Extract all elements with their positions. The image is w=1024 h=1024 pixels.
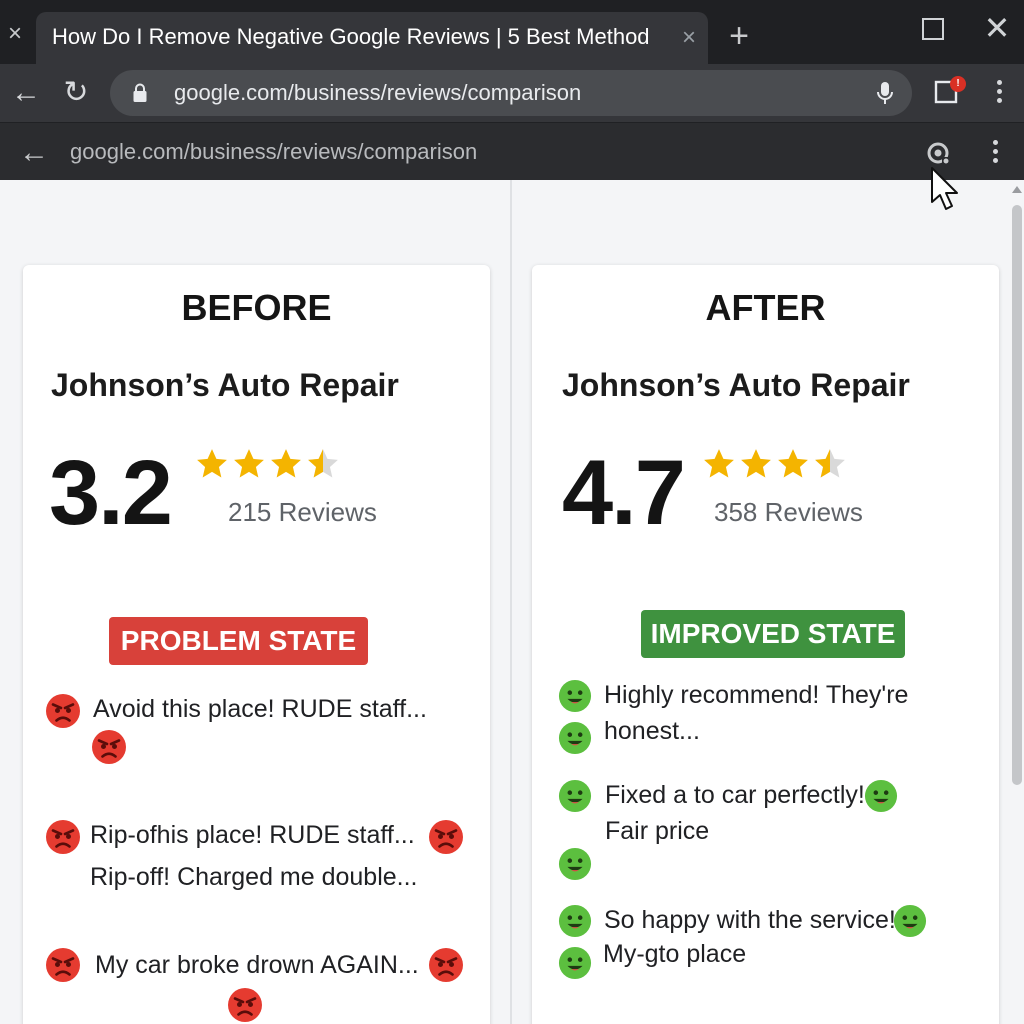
smiley-face-icon	[558, 946, 592, 980]
angry-face-icon	[227, 987, 263, 1023]
review-line: My-gto place	[603, 940, 747, 968]
angry-face-icon	[91, 729, 127, 765]
smiley-face-icon	[558, 847, 592, 881]
smiley-face-icon	[558, 721, 592, 755]
panel-divider	[510, 180, 512, 1024]
star-icon	[197, 449, 227, 478]
mic-icon[interactable]	[876, 81, 894, 105]
review-line: Fair price	[605, 817, 710, 845]
angry-face-icon	[45, 947, 81, 983]
star-icon	[234, 449, 264, 478]
after-stars	[702, 447, 848, 486]
reload-button[interactable]: ↻	[56, 73, 96, 113]
review-line: Avoid this place! RUDE staff...	[93, 695, 427, 723]
url-text[interactable]: google.com/business/reviews/comparison	[174, 80, 581, 106]
browser-toolbar: ← ↻ google.com/business/reviews/comparis…	[0, 64, 1024, 122]
review-line: So happy with the service!	[604, 906, 896, 934]
after-panel: AFTER Johnson’s Auto Repair 4.7 358 Revi…	[532, 265, 999, 1024]
lock-icon	[133, 83, 147, 102]
before-rating: 3.2	[49, 442, 173, 544]
problem-state-badge: PROBLEM STATE	[109, 617, 368, 665]
scrollbar-thumb[interactable]	[1012, 205, 1022, 785]
after-business-name: Johnson’s Auto Repair	[562, 367, 910, 403]
review-line: Highly recommend! They're	[604, 681, 909, 709]
window-close-icon[interactable]: ✕	[980, 8, 1014, 48]
address-bar[interactable]: google.com/business/reviews/comparison	[110, 70, 912, 116]
active-tab[interactable]: How Do I Remove Negative Google Reviews …	[36, 12, 708, 64]
star-icon	[741, 449, 771, 478]
star-half-icon	[308, 449, 338, 478]
maximize-icon[interactable]	[922, 18, 944, 40]
secondary-url-text[interactable]: google.com/business/reviews/comparison	[70, 139, 477, 165]
star-icon	[704, 449, 734, 478]
secondary-menu-icon[interactable]	[991, 140, 999, 168]
review-line: Fixed a to car perfectly!	[605, 781, 865, 809]
review-line: Rip-ofhis place! RUDE staff...	[90, 821, 415, 849]
after-heading: AFTER	[705, 287, 826, 328]
review-line: My car broke drown AGAIN...	[95, 951, 419, 979]
after-review-count: 358 Reviews	[714, 497, 863, 527]
star-icon	[271, 449, 301, 478]
secondary-bar: ← google.com/business/reviews/comparison	[0, 122, 1024, 180]
smiley-face-icon	[558, 779, 592, 813]
back-arrow-icon[interactable]: ←	[14, 133, 54, 173]
kebab-menu-icon[interactable]	[995, 80, 1003, 108]
before-stars	[195, 447, 341, 486]
smiley-face-icon	[864, 779, 898, 813]
lens-icon[interactable]	[924, 139, 952, 167]
angry-face-icon	[428, 819, 464, 855]
angry-face-icon	[45, 819, 81, 855]
tab-strip: × How Do I Remove Negative Google Review…	[0, 0, 1024, 64]
smiley-face-icon	[893, 904, 927, 938]
after-rating: 4.7	[562, 442, 686, 544]
before-panel: BEFORE Johnson’s Auto Repair 3.2 215 Rev…	[23, 265, 490, 1024]
tab-close-icon[interactable]: ×	[682, 24, 696, 52]
cursor-icon	[931, 167, 958, 210]
scroll-up-icon[interactable]	[1012, 186, 1022, 193]
new-tab-button[interactable]: +	[722, 16, 756, 56]
review-line: Rip-off! Charged me double...	[90, 863, 418, 891]
smiley-face-icon	[558, 904, 592, 938]
notification-badge: !	[950, 76, 966, 92]
angry-face-icon	[45, 693, 81, 729]
review-line: honest...	[604, 717, 700, 745]
back-button[interactable]: ←	[6, 73, 46, 113]
star-half-icon	[815, 449, 845, 478]
before-heading: BEFORE	[181, 287, 332, 328]
improved-state-badge: IMPROVED STATE	[641, 610, 905, 658]
star-icon	[778, 449, 808, 478]
before-business-name: Johnson’s Auto Repair	[51, 367, 399, 403]
close-icon[interactable]: ×	[0, 14, 30, 54]
before-review-count: 215 Reviews	[228, 497, 377, 527]
tab-title: How Do I Remove Negative Google Reviews …	[52, 24, 650, 49]
angry-face-icon	[428, 947, 464, 983]
smiley-face-icon	[558, 679, 592, 713]
